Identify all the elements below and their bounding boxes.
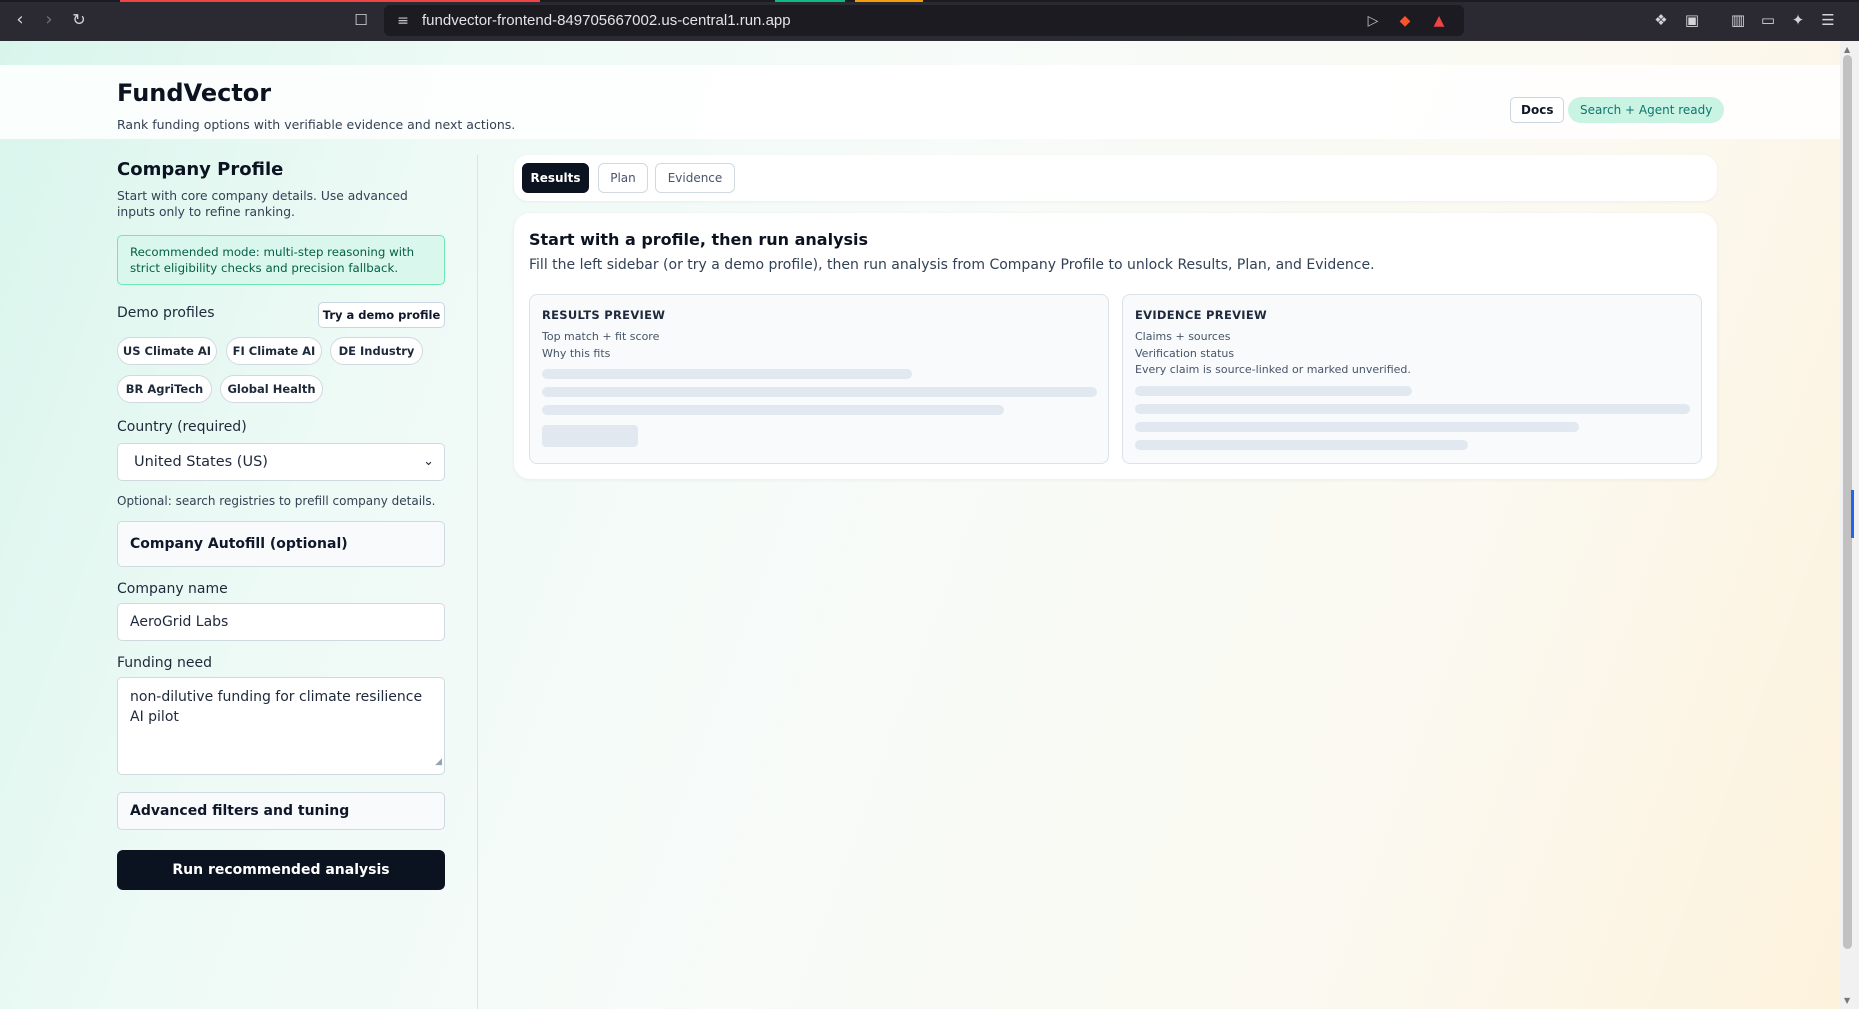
forward-icon[interactable]: › <box>38 9 60 31</box>
brave-shield-icon[interactable]: ◆ <box>1396 12 1414 30</box>
extensions-icon[interactable]: ❖ <box>1651 10 1671 30</box>
ai-assistant-icon[interactable]: ✦ <box>1788 10 1808 30</box>
results-preview-heading: RESULTS PREVIEW <box>542 308 666 322</box>
recommendation-note: Recommended mode: multi-step reasoning w… <box>117 235 445 285</box>
funding-need-value: non-dilutive funding for climate resilie… <box>130 689 423 725</box>
skeleton-block <box>542 425 638 447</box>
status-badge: Search + Agent ready <box>1568 97 1725 123</box>
tab-evidence[interactable]: Evidence <box>655 163 735 193</box>
demo-chip-fi-climate-ai[interactable]: FI Climate AI <box>226 337 322 365</box>
onboarding-title: Start with a profile, then run analysis <box>529 230 869 249</box>
tab-bar: Results Plan Evidence <box>514 155 1717 201</box>
reload-icon[interactable]: ↻ <box>68 9 90 31</box>
skeleton-line <box>542 369 912 379</box>
evidence-preview-heading: EVIDENCE PREVIEW <box>1135 308 1268 322</box>
scroll-up-icon[interactable]: ▲ <box>1844 45 1850 54</box>
tab-strip <box>0 0 1859 2</box>
sidebar-title: Company Profile <box>117 159 284 180</box>
demo-profiles-label: Demo profiles <box>117 305 215 321</box>
reader-icon[interactable]: ▣ <box>1682 10 1702 30</box>
wallet-icon[interactable]: ▭ <box>1758 10 1778 30</box>
autofill-note: Optional: search registries to prefill c… <box>117 494 436 508</box>
page-title: FundVector <box>117 79 272 107</box>
advanced-filters-toggle[interactable]: Advanced filters and tuning <box>117 792 445 830</box>
sidebar-divider <box>477 155 478 1009</box>
onboarding-card: Start with a profile, then run analysis … <box>514 213 1717 479</box>
results-preview-line: Top match + fit score <box>542 330 660 343</box>
funding-need-label: Funding need <box>117 655 213 671</box>
evidence-preview-line: Every claim is source-linked or marked u… <box>1135 363 1411 376</box>
browser-toolbar: ‹ › ↻ ☐ ≡ fundvector-frontend-8497056670… <box>0 0 1859 41</box>
send-icon[interactable]: ▷ <box>1364 12 1382 30</box>
docs-button[interactable]: Docs <box>1510 97 1565 123</box>
results-preview-line: Why this fits <box>542 347 611 360</box>
skeleton-line <box>1135 440 1468 450</box>
skeleton-line <box>1135 404 1690 414</box>
skeleton-line <box>542 387 1097 397</box>
resize-handle-icon[interactable]: ◢ <box>435 752 442 772</box>
company-name-input[interactable]: AeroGrid Labs <box>117 603 445 641</box>
evidence-preview-line: Claims + sources <box>1135 330 1231 343</box>
chevron-down-icon: ⌄ <box>423 454 434 469</box>
demo-chip-de-industry[interactable]: DE Industry <box>330 337 423 365</box>
scroll-indicator <box>1851 490 1854 538</box>
back-icon[interactable]: ‹ <box>9 9 31 31</box>
country-label: Country (required) <box>117 419 247 435</box>
site-info-icon[interactable]: ≡ <box>394 12 412 30</box>
menu-icon[interactable]: ☰ <box>1818 10 1838 30</box>
tab-results[interactable]: Results <box>522 163 589 193</box>
country-select[interactable]: United States (US) ⌄ <box>117 443 445 481</box>
country-value: United States (US) <box>134 454 268 470</box>
company-autofill-toggle[interactable]: Company Autofill (optional) <box>117 521 445 567</box>
page-subtitle: Rank funding options with verifiable evi… <box>117 117 516 132</box>
results-preview-card: RESULTS PREVIEW Top match + fit score Wh… <box>529 294 1109 464</box>
try-demo-button[interactable]: Try a demo profile <box>318 302 445 328</box>
page-content: FundVector Rank funding options with ver… <box>0 41 1840 1009</box>
scroll-down-icon[interactable]: ▼ <box>1844 996 1850 1005</box>
skeleton-line <box>1135 422 1579 432</box>
skeleton-line <box>542 405 1004 415</box>
rewards-icon[interactable]: ▲ <box>1430 12 1448 30</box>
demo-chip-us-climate-ai[interactable]: US Climate AI <box>117 337 217 365</box>
skeleton-line <box>1135 386 1412 396</box>
evidence-preview-line: Verification status <box>1135 347 1235 360</box>
sidebar-subtitle: Start with core company details. Use adv… <box>117 189 408 219</box>
app-header: FundVector Rank funding options with ver… <box>0 65 1840 139</box>
run-analysis-button[interactable]: Run recommended analysis <box>117 850 445 890</box>
funding-need-textarea[interactable]: non-dilutive funding for climate resilie… <box>117 677 445 775</box>
tab-plan[interactable]: Plan <box>598 163 648 193</box>
url-text: fundvector-frontend-849705667002.us-cent… <box>422 12 791 29</box>
company-name-label: Company name <box>117 581 228 597</box>
sidebar-icon[interactable]: ▥ <box>1728 10 1748 30</box>
demo-chip-br-agritech[interactable]: BR AgriTech <box>117 375 212 403</box>
onboarding-description: Fill the left sidebar (or try a demo pro… <box>529 257 1375 273</box>
address-bar[interactable]: ≡ fundvector-frontend-849705667002.us-ce… <box>384 5 1464 36</box>
evidence-preview-card: EVIDENCE PREVIEW Claims + sources Verifi… <box>1122 294 1702 464</box>
bookmark-icon[interactable]: ☐ <box>350 9 372 31</box>
demo-chip-global-health[interactable]: Global Health <box>220 375 323 403</box>
